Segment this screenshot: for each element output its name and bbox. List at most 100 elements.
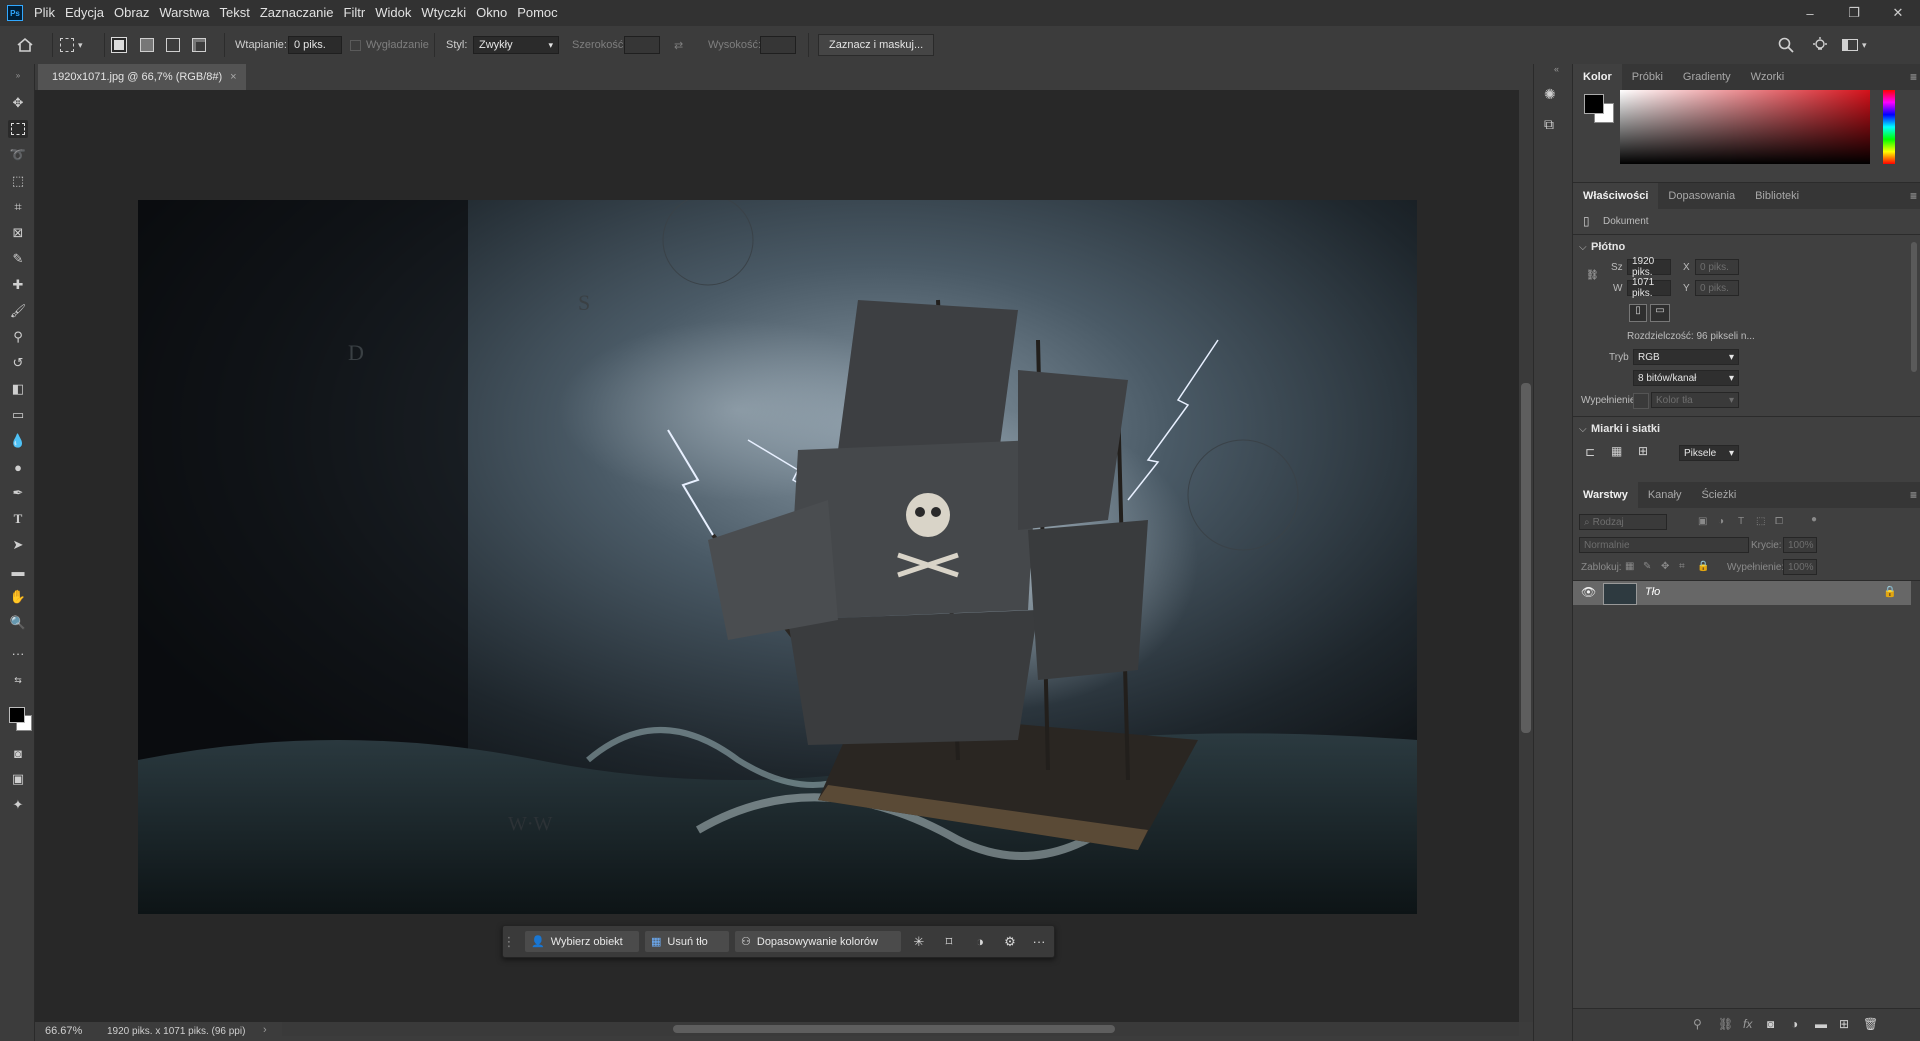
tab-layers[interactable]: Warstwy	[1573, 482, 1638, 508]
tab-swatches[interactable]: Próbki	[1622, 64, 1673, 90]
menu-filter[interactable]: Filtr	[339, 0, 371, 26]
color-foreground-swatch[interactable]	[1584, 94, 1604, 114]
pen-tool-icon[interactable]: ✒	[8, 484, 28, 502]
delete-layer-icon[interactable]: 🗑	[1863, 1017, 1878, 1031]
width-input[interactable]	[624, 36, 660, 54]
lock-image-icon[interactable]: ✎	[1643, 561, 1651, 572]
tab-adjustments[interactable]: Dopasowania	[1658, 183, 1745, 209]
screen-mode-icon[interactable]: ▣	[8, 770, 28, 788]
gradient-tool-icon[interactable]: ▭	[8, 406, 28, 424]
vertical-scroll-thumb[interactable]	[1521, 383, 1531, 733]
tab-color[interactable]: Kolor	[1573, 64, 1622, 90]
properties-scrollbar[interactable]	[1911, 242, 1917, 372]
filter-pixel-icon[interactable]: ▣	[1698, 516, 1707, 527]
more-options-icon[interactable]: ···	[1028, 931, 1050, 952]
object-select-tool-icon[interactable]: ⬚	[8, 172, 28, 190]
marquee-tool-icon[interactable]	[8, 120, 28, 138]
foreground-color-swatch[interactable]	[9, 707, 25, 723]
rulers-icon[interactable]: ⊏	[1585, 445, 1595, 459]
eyedropper-tool-icon[interactable]: ✎	[8, 250, 28, 268]
frame-tool-icon[interactable]: ⊠	[8, 224, 28, 242]
tab-paths[interactable]: Ścieżki	[1691, 482, 1746, 508]
panel-menu-icon[interactable]: ≡	[1910, 70, 1917, 84]
quick-mask-icon[interactable]: ◙	[8, 744, 28, 762]
tab-properties[interactable]: Właściwości	[1573, 183, 1659, 209]
layer-lock-icon[interactable]: 🔒	[1883, 585, 1897, 598]
menu-view[interactable]: Widok	[370, 0, 416, 26]
remove-background-button[interactable]: ▦ Usuń tło	[645, 931, 729, 952]
path-selection-tool-icon[interactable]: ➤	[8, 536, 28, 554]
style-select[interactable]: Zwykły ▾	[473, 36, 559, 54]
lock-artboard-icon[interactable]: ⌗	[1679, 561, 1685, 572]
feather-input[interactable]: 0 piks.	[288, 36, 342, 54]
subtract-selection-icon[interactable]	[166, 26, 180, 64]
grid-icon[interactable]: ▦	[1611, 444, 1622, 458]
menu-help[interactable]: Pomoc	[512, 0, 562, 26]
new-group-icon[interactable]: ▬	[1815, 1017, 1827, 1031]
clone-stamp-tool-icon[interactable]: ⚲	[8, 328, 28, 346]
drag-handle-icon[interactable]: ⋮	[503, 931, 516, 952]
generative-fill-icon[interactable]: ⚙	[999, 931, 1021, 952]
canvas-width-field[interactable]: 1920 piks.	[1627, 256, 1671, 278]
filter-shape-icon[interactable]: ⬚	[1756, 516, 1765, 527]
home-icon[interactable]	[16, 26, 34, 64]
hue-slider[interactable]	[1883, 90, 1895, 164]
actions-panel-icon[interactable]: ⧉	[1544, 116, 1554, 133]
tab-channels[interactable]: Kanały	[1638, 482, 1692, 508]
panel-menu-icon[interactable]: ≡	[1910, 488, 1917, 502]
healing-brush-tool-icon[interactable]: ✚	[8, 276, 28, 294]
collapse-toolbar-icon[interactable]: »	[8, 66, 28, 84]
new-layer-icon[interactable]: ⊞	[1839, 1017, 1849, 1031]
chevron-right-icon[interactable]: ›	[263, 1024, 267, 1036]
type-tool-icon[interactable]: T	[8, 510, 28, 528]
blend-mode-select[interactable]: Normalnie	[1579, 537, 1749, 553]
layer-row[interactable]: 👁 Tło 🔒	[1573, 581, 1911, 605]
bit-depth-select[interactable]: 8 bitów/kanał ▾	[1633, 370, 1739, 386]
lock-transparency-icon[interactable]: ▦	[1625, 561, 1634, 572]
marquee-preset-icon[interactable]: ▾	[60, 26, 83, 64]
document-tab[interactable]: 1920x1071.jpg @ 66,7% (RGB/8#) ×	[38, 64, 246, 90]
eraser-tool-icon[interactable]: ◧	[8, 380, 28, 398]
blur-tool-icon[interactable]: 💧	[8, 432, 28, 450]
canvas-x-field[interactable]: 0 piks.	[1695, 259, 1739, 275]
panel-menu-icon[interactable]: ≡	[1910, 189, 1917, 203]
menu-image[interactable]: Obraz	[109, 0, 154, 26]
lock-all-icon[interactable]: 🔒	[1697, 561, 1709, 572]
rectangle-tool-icon[interactable]: ▬	[8, 562, 28, 580]
restore-button[interactable]: ❐	[1832, 0, 1876, 26]
close-button[interactable]: ✕	[1876, 0, 1920, 26]
lock-position-icon[interactable]: ✥	[1661, 561, 1669, 572]
layer-fill-field[interactable]: 100%	[1783, 559, 1817, 575]
history-brush-tool-icon[interactable]: ↺	[8, 354, 28, 372]
fill-color-swatch[interactable]	[1633, 393, 1649, 409]
sparkle-icon[interactable]: ✳	[908, 931, 930, 952]
menu-edit[interactable]: Edycja	[60, 0, 109, 26]
tab-libraries[interactable]: Biblioteki	[1745, 183, 1809, 209]
color-field[interactable]	[1620, 90, 1870, 164]
menu-window[interactable]: Okno	[471, 0, 512, 26]
new-adjustment-layer-icon[interactable]: ◑	[1791, 1017, 1798, 1031]
brush-link-icon[interactable]: ⚲	[1693, 1017, 1702, 1031]
dodge-tool-icon[interactable]: ●	[8, 458, 28, 476]
landscape-orientation-icon[interactable]: ▭	[1650, 304, 1670, 322]
canvas-height-field[interactable]: 1071 piks.	[1627, 277, 1671, 299]
tab-patterns[interactable]: Wzorki	[1741, 64, 1795, 90]
color-match-button[interactable]: ⚇ Dopasowywanie kolorów	[735, 931, 901, 952]
document-image[interactable]: D S W·W	[138, 200, 1417, 914]
horizontal-scroll-thumb[interactable]	[673, 1025, 1115, 1033]
filter-adjustment-icon[interactable]: ◑	[1718, 516, 1724, 527]
layer-style-icon[interactable]: fx	[1743, 1017, 1752, 1031]
select-subject-button[interactable]: 👤 Wybierz obiekt	[525, 931, 639, 952]
move-tool-icon[interactable]: ✥	[8, 94, 28, 112]
tab-gradients[interactable]: Gradienty	[1673, 64, 1741, 90]
filter-type-icon[interactable]: T	[1738, 516, 1744, 527]
adjustment-icon[interactable]: ◑	[969, 931, 991, 952]
workspace-icon[interactable]: ▾	[1842, 26, 1867, 64]
menu-plugins[interactable]: Wtyczki	[416, 0, 471, 26]
brush-tool-icon[interactable]: 🖌	[8, 302, 28, 320]
link-layers-icon[interactable]: ⛓	[1718, 1017, 1733, 1031]
antialias-checkbox[interactable]	[350, 26, 361, 64]
search-icon[interactable]	[1778, 26, 1794, 64]
guides-icon[interactable]: ⊞	[1638, 444, 1648, 458]
hand-tool-icon[interactable]: ✋	[8, 588, 28, 606]
